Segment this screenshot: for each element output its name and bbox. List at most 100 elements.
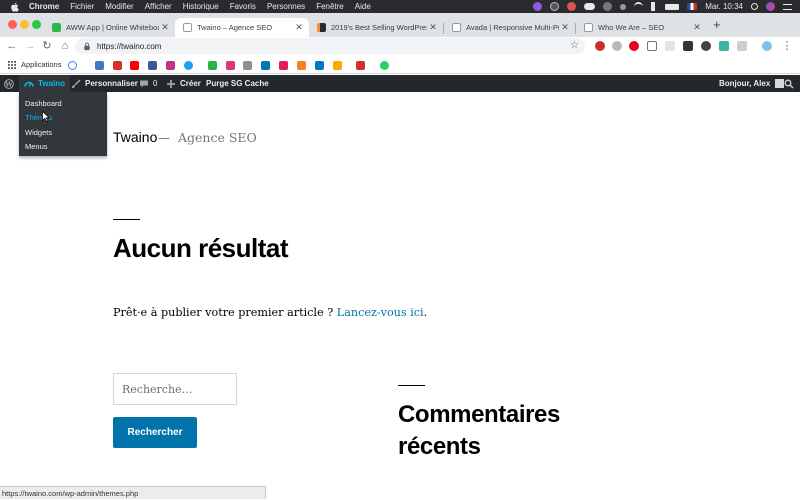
feedly-bookmark-icon[interactable] bbox=[208, 61, 217, 70]
menu-favoris[interactable]: Favoris bbox=[230, 2, 256, 11]
site-title[interactable]: Twaino bbox=[113, 129, 157, 145]
get-started-link[interactable]: Lancez-vous ici bbox=[337, 306, 424, 319]
menu-aide[interactable]: Aide bbox=[355, 2, 371, 11]
wp-search-toggle[interactable] bbox=[784, 75, 798, 92]
menu-item-dashboard[interactable]: Dashboard bbox=[19, 96, 107, 111]
extension-bookmark-icon-pink[interactable] bbox=[226, 61, 235, 70]
volume-icon[interactable] bbox=[651, 2, 657, 11]
menu-item-widgets[interactable]: Widgets bbox=[19, 125, 107, 140]
tab-themeforest[interactable]: 2019's Best Selling WordPress ✕ bbox=[309, 18, 443, 37]
status-icon-purple[interactable] bbox=[533, 2, 543, 11]
close-tab-icon[interactable]: ✕ bbox=[559, 22, 571, 33]
twitter-bookmark-icon[interactable] bbox=[184, 61, 193, 70]
wp-purge-cache-link[interactable]: Purge SG Cache bbox=[206, 75, 269, 92]
extension-icon-gray[interactable] bbox=[612, 41, 622, 51]
extension-icon-dark[interactable] bbox=[683, 41, 693, 51]
tab-avada[interactable]: Avada | Responsive Multi-Purp ✕ bbox=[444, 18, 575, 37]
close-tab-icon[interactable]: ✕ bbox=[691, 22, 703, 33]
tab-aww-app[interactable]: AWW App | Online Whiteboard ✕ bbox=[44, 18, 175, 37]
extension-icon-round[interactable] bbox=[701, 41, 711, 51]
close-tab-icon[interactable]: ✕ bbox=[159, 22, 171, 33]
facebook-bookmark-icon[interactable] bbox=[148, 61, 157, 70]
notification-center-icon[interactable] bbox=[783, 3, 792, 10]
whatsapp-bookmark-icon[interactable] bbox=[380, 61, 389, 70]
home-bookmark-icon[interactable] bbox=[95, 61, 104, 70]
youtube-bookmark-icon[interactable] bbox=[130, 61, 139, 70]
paintbrush-icon bbox=[72, 78, 81, 88]
menu-modifier[interactable]: Modifier bbox=[105, 2, 133, 11]
menu-fichier[interactable]: Fichier bbox=[70, 2, 94, 11]
search-button[interactable]: Rechercher bbox=[113, 417, 197, 448]
menu-afficher[interactable]: Afficher bbox=[145, 2, 172, 11]
trello-bookmark-icon[interactable] bbox=[315, 61, 324, 70]
tab-twaino[interactable]: Twaino – Agence SEO ✕ bbox=[175, 18, 309, 37]
wp-customize-link[interactable]: Personnaliser bbox=[71, 75, 138, 92]
back-button[interactable]: ← bbox=[5, 39, 19, 53]
clock[interactable]: Mar. 10:34 bbox=[705, 2, 743, 11]
menu-historique[interactable]: Historique bbox=[183, 2, 219, 11]
close-tab-icon[interactable]: ✕ bbox=[427, 22, 439, 33]
site-name-dropdown: Dashboard Thèmes Widgets Menus bbox=[19, 92, 107, 156]
close-tab-icon[interactable]: ✕ bbox=[293, 22, 305, 33]
battery-icon[interactable] bbox=[665, 3, 680, 10]
forward-button[interactable]: → bbox=[23, 39, 37, 53]
extension-bookmark-icon-red[interactable] bbox=[356, 61, 365, 70]
tab-label: 2019's Best Selling WordPress bbox=[331, 23, 427, 32]
status-icon-red[interactable] bbox=[567, 2, 577, 11]
pinterest-icon[interactable] bbox=[629, 41, 639, 51]
wp-site-name-menu[interactable]: Twaino bbox=[19, 75, 70, 92]
extension-icon-red[interactable] bbox=[595, 41, 605, 51]
linkedin-bookmark-icon[interactable] bbox=[261, 61, 270, 70]
flag-icon[interactable] bbox=[687, 3, 698, 10]
wp-new-content-menu[interactable]: Créer bbox=[166, 75, 201, 92]
url-text: https://twaino.com bbox=[97, 41, 162, 51]
page-icon bbox=[584, 23, 593, 32]
extension-bookmark-icon-gray[interactable] bbox=[243, 61, 252, 70]
plus-icon bbox=[167, 79, 175, 88]
menu-fenetre[interactable]: Fenêtre bbox=[316, 2, 344, 11]
close-window-button[interactable] bbox=[8, 20, 17, 29]
search-input[interactable] bbox=[113, 373, 237, 405]
wp-admin-bar: W Twaino Personnaliser 0 Créer Purge SG … bbox=[0, 75, 800, 92]
purge-cache-label: Purge SG Cache bbox=[206, 79, 269, 88]
wp-logo-menu[interactable]: W bbox=[4, 75, 18, 92]
status-icon-circle[interactable] bbox=[603, 2, 613, 11]
menu-app-chrome[interactable]: Chrome bbox=[29, 2, 59, 11]
tab-label: Who We Are – SEO bbox=[598, 23, 665, 32]
search-icon[interactable] bbox=[751, 3, 758, 10]
tab-who-we-are[interactable]: Who We Are – SEO ✕ bbox=[576, 18, 707, 37]
menu-item-menus[interactable]: Menus bbox=[19, 140, 107, 155]
chrome-menu-icon[interactable]: ⋮ bbox=[780, 39, 794, 53]
minimize-window-button[interactable] bbox=[20, 20, 29, 29]
slack-bookmark-icon[interactable] bbox=[279, 61, 288, 70]
extension-bookmark-icon-orange[interactable] bbox=[297, 61, 306, 70]
extension-icon-light[interactable] bbox=[665, 41, 675, 51]
bookmark-star-icon[interactable]: ☆ bbox=[570, 40, 579, 51]
status-icon-small[interactable] bbox=[620, 3, 627, 10]
extension-icon-w[interactable] bbox=[719, 41, 729, 51]
home-button[interactable]: ⌂ bbox=[58, 39, 72, 53]
cloud-icon[interactable] bbox=[584, 3, 596, 10]
menu-personnes[interactable]: Personnes bbox=[267, 2, 305, 11]
site-name-label: Twaino bbox=[38, 79, 65, 88]
wifi-icon[interactable] bbox=[634, 2, 644, 11]
apps-bookmark[interactable]: Applications bbox=[8, 60, 61, 69]
reload-button[interactable]: ↻ bbox=[40, 39, 54, 53]
new-tab-button[interactable]: + bbox=[713, 17, 721, 32]
gmail-bookmark-icon[interactable] bbox=[113, 61, 122, 70]
no-posts-message: Prêt·e à publier votre premier article ?… bbox=[113, 306, 427, 319]
analytics-bookmark-icon[interactable] bbox=[333, 61, 342, 70]
wp-my-account-menu[interactable]: Bonjour, Alex bbox=[719, 75, 785, 92]
address-bar[interactable]: https://twaino.com ☆ bbox=[75, 38, 585, 54]
instagram-bookmark-icon[interactable] bbox=[166, 61, 175, 70]
apple-icon[interactable] bbox=[10, 2, 19, 12]
extension-icon-box[interactable] bbox=[647, 41, 657, 51]
profile-avatar[interactable] bbox=[762, 41, 772, 51]
zoom-window-button[interactable] bbox=[32, 20, 41, 29]
status-icon-dark[interactable] bbox=[550, 2, 560, 11]
wp-comments-link[interactable]: 0 bbox=[139, 75, 157, 92]
siri-icon[interactable] bbox=[766, 2, 775, 11]
menu-item-themes[interactable]: Thèmes bbox=[19, 111, 107, 126]
extension-icon-cast[interactable] bbox=[737, 41, 747, 51]
google-bookmark-icon[interactable] bbox=[68, 61, 77, 70]
